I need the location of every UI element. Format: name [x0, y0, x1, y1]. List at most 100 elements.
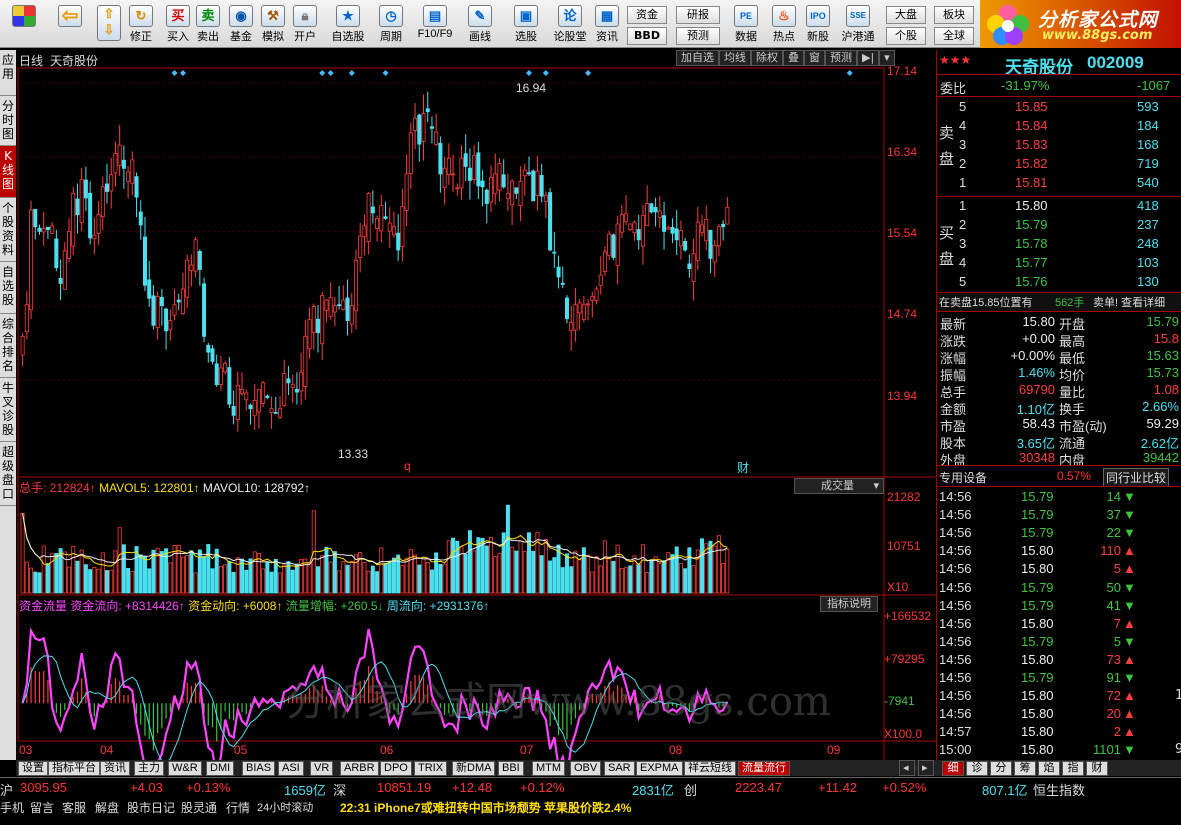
predict-button[interactable]: 预测 — [825, 50, 857, 66]
buy-level-row[interactable]: 5 15.76 130 — [937, 273, 1181, 291]
peer-compare-button[interactable]: 同行业比较 — [1103, 468, 1170, 487]
indicator-tab[interactable]: OBV — [570, 761, 602, 776]
stat-row[interactable]: 市盈 58.43 市盈(动) 59.29 — [937, 415, 1181, 434]
link-service[interactable]: 客服 — [62, 799, 86, 816]
market-button[interactable]: 大盘 — [886, 6, 926, 24]
panel-subtab[interactable]: 诊 — [966, 761, 988, 776]
panel-subtab[interactable]: 焰 — [1038, 761, 1060, 776]
panel-subtab[interactable]: 分 — [990, 761, 1012, 776]
ipo-button[interactable]: IPO 新股 — [802, 3, 834, 47]
indicator-tab[interactable]: DMI — [206, 761, 235, 776]
sell-button[interactable]: 卖卖出 — [194, 3, 222, 47]
draw-line-button[interactable]: ✎ 画线 — [462, 3, 498, 47]
left-nav-super-handicap[interactable]: 超级盘口 — [0, 442, 16, 506]
indicator-tab[interactable]: ASI — [278, 761, 304, 776]
indicator-tab[interactable]: TRIX — [414, 761, 448, 776]
fund-button[interactable]: ◉ 基金 — [226, 3, 256, 47]
link-diary[interactable]: 股市日记 — [127, 799, 175, 816]
tick-row[interactable]: 14:56 15.80 20 ▲ — [937, 705, 1181, 723]
indicator-tab[interactable]: ARBR — [340, 761, 379, 776]
left-nav-ranking[interactable]: 综合排名 — [0, 314, 16, 378]
left-nav-profile[interactable]: 个股资料 — [0, 198, 16, 262]
tick-row[interactable]: 14:56 15.79 50 ▼ — [937, 579, 1181, 597]
hs-label[interactable]: 恒生指数 — [1033, 780, 1085, 799]
left-nav-timeshare[interactable]: 分时图 — [0, 96, 16, 146]
indicator-tab[interactable]: DPO — [380, 761, 412, 776]
back-button[interactable]: ⇦ — [52, 3, 88, 47]
left-nav-kline[interactable]: K线图 — [0, 146, 16, 198]
chart-area[interactable]: 分析家公式网www.88gs.com — [16, 50, 936, 760]
stat-row[interactable]: 涨跌 +0.00 最高 15.8 — [937, 330, 1181, 349]
indicator-tab[interactable]: SAR — [604, 761, 635, 776]
stat-row[interactable]: 最新 15.80 开盘 15.79 — [937, 313, 1181, 332]
hotspot-button[interactable]: ♨ 热点 — [768, 3, 800, 47]
volume-indicator-select[interactable]: 成交量 ▾ — [794, 478, 884, 494]
tick-row[interactable]: 14:56 15.80 110 ▲ — [937, 542, 1181, 560]
tick-row[interactable]: 14:56 15.79 91 ▼ — [937, 669, 1181, 687]
stat-row[interactable]: 金额 1.10亿 换手 2.66% — [937, 398, 1181, 417]
event-q-marker[interactable]: q — [404, 459, 411, 473]
open-account-button[interactable]: 🔒︎ 开户 — [290, 3, 320, 47]
sell-level-row[interactable]: 4 15.84 184 — [937, 117, 1181, 135]
period-button[interactable]: ◷ 周期 — [372, 3, 410, 47]
sector-button[interactable]: 板块 — [934, 6, 974, 24]
stock-button[interactable]: 个股 — [886, 27, 926, 45]
overlay-button[interactable]: 叠 — [783, 50, 804, 66]
bbd-button[interactable]: BBD — [627, 27, 667, 45]
left-nav-apps[interactable]: 应用 — [0, 50, 16, 96]
indicator-tab[interactable]: BBI — [498, 761, 524, 776]
sector-name[interactable]: 专用设备 — [939, 469, 987, 486]
tick-row[interactable]: 14:56 15.80 73 ▲ — [937, 651, 1181, 669]
sz-index[interactable]: 10851.19 — [377, 780, 431, 795]
panel-subtab[interactable]: 指 — [1062, 761, 1084, 776]
forum-button[interactable]: 论论股堂 — [550, 3, 590, 47]
link-analysis[interactable]: 解盘 — [95, 799, 119, 816]
stat-row[interactable]: 股本 3.65亿 流通 2.62亿 — [937, 432, 1181, 451]
indicator-help-button[interactable]: 指标说明 — [820, 596, 878, 612]
ma-button[interactable]: 均线 — [719, 50, 751, 66]
indicator-tab[interactable]: 流量流行 — [738, 761, 790, 776]
data-button[interactable]: PE 数据 — [726, 3, 766, 47]
sell-level-row[interactable]: 5 15.85 593 — [937, 98, 1181, 116]
page-up-down[interactable]: ⇧ ⇩ — [96, 3, 122, 47]
tick-row[interactable]: 14:56 15.79 37 ▼ — [937, 506, 1181, 524]
simulate-button[interactable]: ⚒ 模拟 — [258, 3, 288, 47]
news-button[interactable]: ▦ 资讯 — [592, 3, 622, 47]
indicator-tab[interactable]: W&R — [168, 761, 202, 776]
news-ticker[interactable]: 22:31 iPhone7或难扭转中国市场颓势 苹果股价跌2.4% — [340, 799, 631, 816]
tick-row[interactable]: 14:57 15.80 2 ▲ — [937, 723, 1181, 741]
stat-row[interactable]: 涨幅 +0.00% 最低 15.63 — [937, 347, 1181, 366]
indicator-tab[interactable]: MTM — [532, 761, 566, 776]
indicator-tab[interactable]: 主力 — [134, 761, 164, 776]
fix-button[interactable]: ↻ 修正 — [126, 3, 156, 47]
buy-level-row[interactable]: 4 15.77 103 — [937, 254, 1181, 272]
indicator-tab[interactable]: 新DMA — [452, 761, 496, 776]
f10-button[interactable]: ▤ F10/F9 — [414, 3, 456, 47]
buy-button[interactable]: 买买入 — [164, 3, 192, 47]
hk-connect-button[interactable]: SSE 沪港通 — [836, 3, 880, 47]
indicator-tab[interactable]: 祥云短线 — [684, 761, 736, 776]
tick-row[interactable]: 14:56 15.79 41 ▼ — [937, 597, 1181, 615]
cy-index[interactable]: 2223.47 — [735, 780, 782, 795]
stock-picker-button[interactable]: ▣ 选股 — [506, 3, 546, 47]
indicator-tab[interactable]: VR — [310, 761, 334, 776]
tick-row[interactable]: 14:56 15.79 14 ▼ — [937, 488, 1181, 506]
sh-index[interactable]: 3095.95 — [20, 780, 67, 795]
global-button[interactable]: 全球 — [934, 27, 974, 45]
window-button[interactable]: 窗 — [804, 50, 825, 66]
panel-subtab[interactable]: 细 — [942, 761, 964, 776]
tick-row[interactable]: 15:00 15.80 1101 ▼ — [937, 741, 1181, 759]
indicator-tab[interactable]: 设置 — [18, 761, 48, 776]
exright-button[interactable]: 除权 — [751, 50, 783, 66]
link-message[interactable]: 留言 — [30, 799, 54, 816]
add-watchlist-button[interactable]: 加自选 — [676, 50, 719, 66]
left-nav-diagnosis[interactable]: 牛叉诊股 — [0, 378, 16, 442]
tab-scroll-left-icon[interactable]: ◂ — [899, 760, 915, 776]
research-button[interactable]: 研报 — [676, 6, 720, 24]
sell-level-row[interactable]: 1 15.81 540 — [937, 174, 1181, 192]
indicator-tab[interactable]: BIAS — [242, 761, 276, 776]
indicator-tab[interactable]: EXPMA — [636, 761, 683, 776]
tick-row[interactable]: 14:56 15.79 22 ▼ — [937, 524, 1181, 542]
watchlist-button[interactable]: ★ 自选股 — [328, 3, 368, 47]
event-cai-marker[interactable]: 财 — [737, 459, 749, 476]
